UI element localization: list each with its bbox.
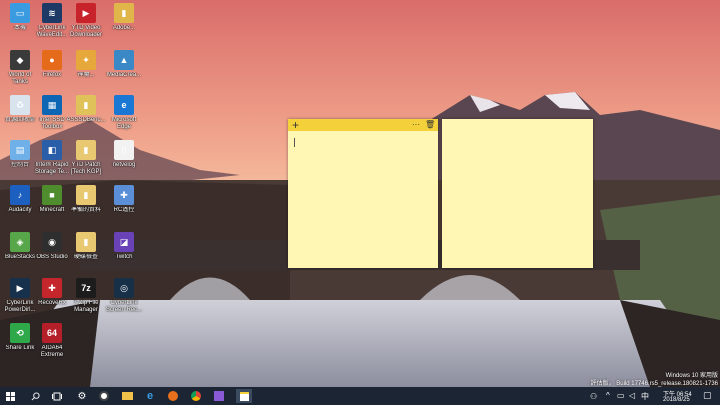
desktop-icon[interactable]: ◪ Twitch <box>104 232 144 261</box>
clock-date[interactable]: 2018/8/25 <box>663 397 690 403</box>
folder-icon <box>121 392 133 400</box>
desktop-icon-label: 準備的資料 <box>70 207 101 213</box>
speaker-icon[interactable]: ◁ <box>629 391 635 400</box>
desktop-icon[interactable]: ▮ YTD Patch [Tech KGP] <box>66 140 106 176</box>
app-icon: ▮ <box>76 232 96 252</box>
app-icon: 64 <box>42 323 62 343</box>
edge-icon: e <box>146 390 154 402</box>
app-icon: ♪ <box>10 185 30 205</box>
desktop-icon-label: netvelog <box>112 162 136 168</box>
app-icon: ▦ <box>42 95 62 115</box>
app-icon: ◈ <box>10 232 30 252</box>
sticky-note-text-area[interactable] <box>442 119 593 268</box>
notification-icon[interactable]: ▢ <box>703 390 712 401</box>
taskbar-app-obs[interactable] <box>97 389 111 403</box>
desktop-icon-label: CyberLink Screen Rec... <box>105 300 143 313</box>
app-icon: ≋ <box>42 3 62 23</box>
people-icon[interactable]: ⚇ <box>590 392 597 401</box>
app-icon: ✚ <box>42 278 62 298</box>
task-view-icon <box>52 392 62 400</box>
desktop-icon-label: AIDA64 Extreme <box>40 345 64 358</box>
sticky-note-header[interactable]: + ··· 🗑 <box>288 119 438 131</box>
desktop-icon[interactable]: ▮ 準備的資料 <box>66 185 106 214</box>
firefox-icon <box>168 391 178 401</box>
sticky-note-text-area[interactable] <box>288 131 438 268</box>
add-note-icon[interactable]: + <box>292 119 299 131</box>
network-icon[interactable]: ▭ <box>617 391 625 400</box>
sticky-note[interactable] <box>442 119 593 268</box>
app-icon: ◪ <box>114 232 134 252</box>
app-icon: ■ <box>42 185 62 205</box>
desktop-icon[interactable]: ▯ netvelog <box>104 140 144 169</box>
desktop-icon-label: YTD Patch [Tech KGP] <box>70 162 102 175</box>
sticky-note-active[interactable]: + ··· 🗑 <box>288 119 438 268</box>
obs-icon <box>99 391 109 401</box>
windows-logo-icon <box>5 391 15 401</box>
desktop-icon[interactable]: 64 AIDA64 Extreme <box>32 323 72 359</box>
task-view-button[interactable] <box>50 389 64 403</box>
start-button[interactable] <box>3 389 17 403</box>
app-icon: ⟲ <box>10 323 30 343</box>
desktop-icon[interactable]: 7z 7-Zip File Manager <box>66 278 106 314</box>
taskbar-app-edge[interactable]: e <box>143 389 157 403</box>
desktop-icon-label: 7-Zip File Manager <box>73 300 99 313</box>
search-icon <box>31 391 40 400</box>
gear-icon: ⚙ <box>77 390 87 402</box>
taskbar-app-settings[interactable]: ⚙ <box>75 389 89 403</box>
desktop-icon-label: MediaCrea... <box>106 72 142 78</box>
menu-dots-icon[interactable]: ··· <box>412 119 420 131</box>
taskbar-app-twitch[interactable] <box>212 389 226 403</box>
app-icon: ▤ <box>10 140 30 160</box>
app-icon: ▶ <box>76 3 96 23</box>
windows-watermark-build: 評估版。 Build 17746.rs5_release.180821-1736 <box>590 381 718 387</box>
desktop-icon-label: 硬碟檢查 <box>73 254 98 260</box>
desktop-icon-label: RC遙控 <box>113 207 135 213</box>
app-icon: ▯ <box>114 140 134 160</box>
app-icon: 7z <box>76 278 96 298</box>
app-icon: ✦ <box>76 50 96 70</box>
taskbar-app-chrome[interactable] <box>189 389 203 403</box>
app-icon: ▮ <box>76 140 96 160</box>
app-icon: ▭ <box>10 3 30 23</box>
app-icon: ● <box>42 50 62 70</box>
app-icon: ◎ <box>114 278 134 298</box>
desktop-icon[interactable]: ✚ RC遙控 <box>104 185 144 214</box>
taskbar-app-firefox[interactable] <box>166 389 180 403</box>
taskbar: ⚙ e ⚇ ^ ▭ ◁ 中 下午 06:54 2018/8/25 ▢ <box>0 387 720 405</box>
chevron-up-icon[interactable]: ^ <box>606 391 610 400</box>
app-icon: ◉ <box>42 232 62 252</box>
desktop-icon[interactable]: ▮ 硬碟檢查 <box>66 232 106 261</box>
taskbar-app-file-explorer[interactable] <box>120 389 134 403</box>
input-method-icon[interactable]: 中 <box>641 391 649 402</box>
twitch-icon <box>214 391 224 401</box>
chrome-icon <box>191 391 201 401</box>
app-icon: ✚ <box>114 185 134 205</box>
sticky-notes-icon <box>239 391 249 401</box>
app-icon: e <box>114 95 134 115</box>
desktop-icon-label: YTD Video Downloader <box>69 25 103 38</box>
app-icon: ▮ <box>76 95 96 115</box>
desktop-icon[interactable]: e Microsoft Edge <box>104 95 144 131</box>
app-icon: ▮ <box>114 3 134 23</box>
app-icon: ◆ <box>10 50 30 70</box>
desktop-icon[interactable]: ▶ YTD Video Downloader <box>66 3 106 39</box>
desktop-icon-label: Twitch <box>115 254 133 260</box>
app-icon: ♻ <box>10 95 30 115</box>
app-icon: ▶ <box>10 278 30 298</box>
trash-icon[interactable]: 🗑 <box>425 119 435 131</box>
search-button[interactable] <box>28 389 42 403</box>
taskbar-app-sticky-notes[interactable] <box>236 389 252 403</box>
desktop-icon[interactable]: ▮ Adobe... <box>104 3 144 32</box>
app-icon: ▮ <box>76 185 96 205</box>
app-icon: ◧ <box>42 140 62 160</box>
desktop-icon-label: Microsoft Edge <box>111 117 137 130</box>
desktop-icon[interactable]: ✦ 神魔... <box>66 50 106 79</box>
desktop-icon-label: Adobe... <box>112 25 136 31</box>
desktop-icon[interactable]: ▮ ASSSDBenc... <box>66 95 106 124</box>
desktop-icon[interactable]: ▲ MediaCrea... <box>104 50 144 79</box>
desktop-icon-label: 神魔... <box>77 72 95 78</box>
app-icon: ▲ <box>114 50 134 70</box>
desktop-icon[interactable]: ◎ CyberLink Screen Rec... <box>104 278 144 314</box>
desktop-icon-label: ASSSDBenc... <box>66 117 106 123</box>
